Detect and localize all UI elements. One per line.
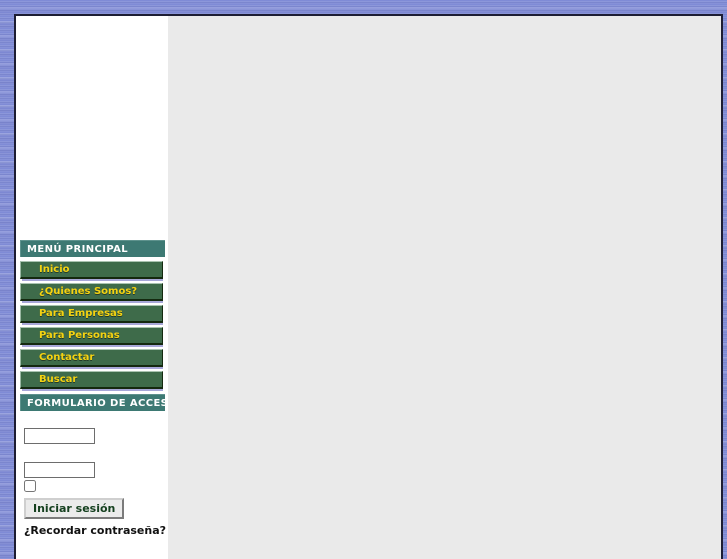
- remember-me-checkbox[interactable]: [24, 480, 36, 492]
- page-frame: MENÚ PRINCIPAL Inicio ¿Quienes Somos? Pa…: [14, 14, 723, 559]
- sidebar-module-stack: MENÚ PRINCIPAL Inicio ¿Quienes Somos? Pa…: [20, 240, 168, 537]
- password-label: [24, 444, 168, 455]
- sidebar-item-quienes-somos[interactable]: ¿Quienes Somos?: [20, 283, 163, 303]
- sidebar-item-label: Inicio: [39, 264, 70, 275]
- sidebar-item-label: Para Personas: [39, 330, 120, 341]
- sidebar-item-para-empresas[interactable]: Para Empresas: [20, 305, 163, 325]
- username-label: [24, 411, 168, 422]
- remember-me-row: [24, 478, 168, 496]
- login-form: Iniciar sesión ¿Recordar contraseña?: [20, 411, 168, 537]
- sidebar-item-label: Para Empresas: [39, 308, 123, 319]
- username-input[interactable]: [24, 428, 95, 444]
- sidebar-item-label: Buscar: [39, 374, 78, 385]
- main-menu-module: MENÚ PRINCIPAL Inicio ¿Quienes Somos? Pa…: [20, 240, 168, 391]
- password-row: [24, 462, 168, 478]
- username-row: [24, 428, 168, 444]
- forgot-password-link[interactable]: ¿Recordar contraseña?: [24, 524, 168, 537]
- password-label-slot: [24, 444, 168, 462]
- sidebar-item-para-personas[interactable]: Para Personas: [20, 327, 163, 347]
- sidebar-item-contactar[interactable]: Contactar: [20, 349, 163, 369]
- login-submit-button[interactable]: Iniciar sesión: [24, 498, 125, 519]
- sidebar-item-label: Contactar: [39, 352, 95, 363]
- sidebar-item-buscar[interactable]: Buscar: [20, 371, 163, 391]
- main-menu-header: MENÚ PRINCIPAL: [20, 240, 165, 257]
- login-form-module: FORMULARIO DE ACCESO Iniciar sesión ¿Rec…: [20, 394, 168, 537]
- main-menu-list: Inicio ¿Quienes Somos? Para Empresas Par…: [20, 257, 165, 391]
- sidebar: MENÚ PRINCIPAL Inicio ¿Quienes Somos? Pa…: [16, 16, 168, 559]
- sidebar-item-inicio[interactable]: Inicio: [20, 261, 163, 281]
- sidebar-item-label: ¿Quienes Somos?: [39, 286, 138, 297]
- username-label-slot: [24, 411, 168, 428]
- password-input[interactable]: [24, 462, 95, 478]
- main-content-area: [168, 16, 721, 559]
- login-form-header: FORMULARIO DE ACCESO: [20, 394, 165, 411]
